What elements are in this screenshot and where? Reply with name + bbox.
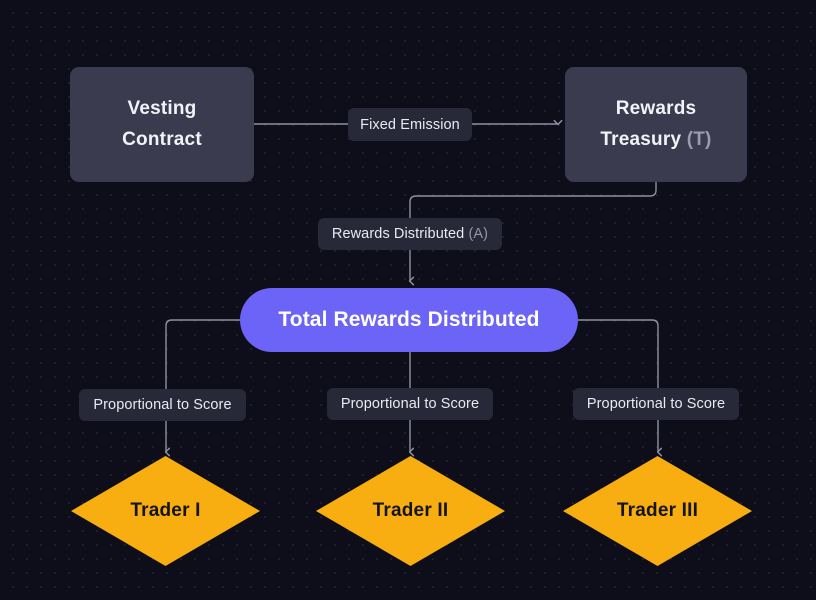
proportional-1-text: Proportional to Score [93, 397, 232, 413]
node-vesting-contract[interactable]: Vesting Contract [70, 67, 254, 182]
rewards-distributed-text: Rewards Distributed [331, 226, 465, 242]
vesting-contract-line1: Vesting [127, 97, 197, 119]
edge-label-rewards-distributed: Rewards Distributed (A) [318, 218, 502, 250]
rewards-distributed-suffix: (A) [468, 226, 489, 242]
trader-1-diamond-shape [71, 456, 260, 566]
edge-total-to-trader-1 [166, 319, 240, 452]
node-trader-2[interactable]: Trader II [315, 455, 506, 567]
rewards-treasury-suffix: (T) [686, 128, 712, 150]
trader-3-diamond-shape [563, 456, 752, 566]
edge-label-proportional-2: Proportional to Score [327, 388, 493, 420]
proportional-3-text: Proportional to Score [586, 396, 726, 412]
rewards-treasury-line2: Treasury [600, 128, 682, 150]
edge-label-proportional-3: Proportional to Score [573, 388, 739, 420]
diagram-canvas: Vesting Contract Rewards Treasury (T) Fi… [0, 0, 816, 600]
rewards-treasury-line1: Rewards [615, 97, 697, 119]
edge-label-fixed-emission: Fixed Emission [348, 108, 472, 141]
node-trader-3[interactable]: Trader III [562, 455, 753, 567]
fixed-emission-text: Fixed Emission [360, 116, 460, 133]
vesting-contract-line2: Contract [122, 128, 202, 150]
edge-label-proportional-1: Proportional to Score [79, 389, 246, 421]
node-total-rewards-distributed[interactable]: Total Rewards Distributed [240, 288, 578, 352]
node-rewards-treasury[interactable]: Rewards Treasury (T) [565, 67, 747, 182]
node-trader-1[interactable]: Trader I [70, 455, 261, 567]
edge-total-to-trader-3 [578, 319, 658, 452]
proportional-2-text: Proportional to Score [340, 396, 480, 412]
total-rewards-label: Total Rewards Distributed [278, 308, 540, 331]
trader-2-diamond-shape [316, 456, 505, 566]
